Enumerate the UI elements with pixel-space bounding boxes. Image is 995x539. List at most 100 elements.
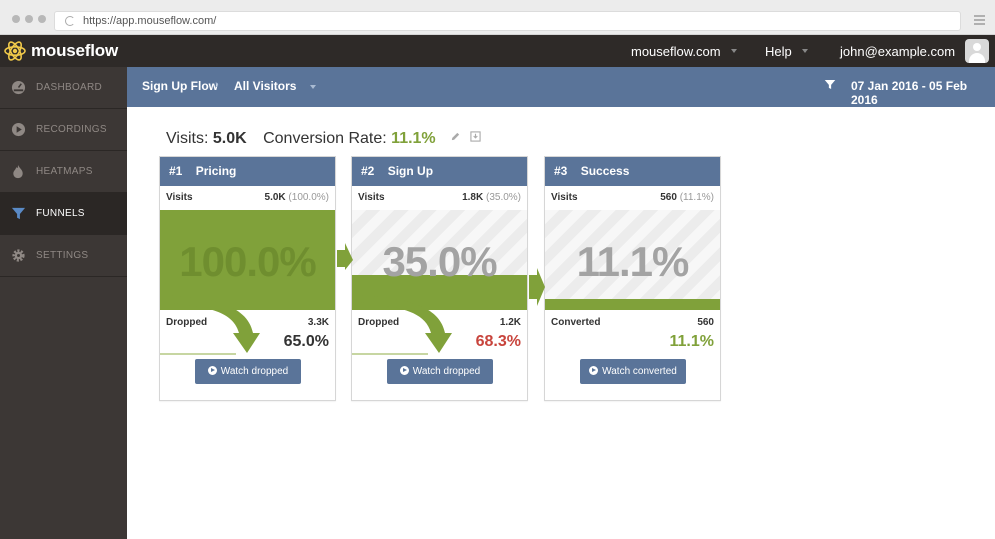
funnel-step-card: #2 Sign Up Visits 1.8K (35.0%) 35.0% Dro… [351,156,528,401]
outcome-count: 560 [697,317,714,328]
funnel-step-card: #1 Pricing Visits 5.0K (100.0%) 100.0% D… [159,156,336,401]
step-visits-row: Visits 5.0K (100.0%) [160,186,335,210]
step-name: Success [580,164,630,178]
play-icon [207,366,217,375]
sidebar-item-heatmaps[interactable]: HEATMAPS [0,151,127,193]
chevron-down-icon [730,49,737,53]
step-outcome-row: Converted 560 [551,317,714,328]
funnel-name[interactable]: Sign Up Flow [142,79,218,93]
filter-icon[interactable] [824,78,836,94]
step-visits-pct: (11.1%) [679,192,714,203]
sidebar-item-settings[interactable]: SETTINGS [0,235,127,277]
visits-label: Visits [551,192,578,203]
help-menu[interactable]: Help [765,35,808,67]
segment-selector[interactable]: All Visitors [234,79,316,93]
button-label: Watch converted [602,366,677,377]
step-name: Sign Up [387,164,434,178]
pencil-icon[interactable] [450,129,465,146]
step-number: #2 [361,164,375,178]
flame-icon [10,164,26,180]
funnel-icon [10,206,26,222]
chevron-down-icon [309,84,316,89]
step-bar: 35.0% [352,210,527,310]
segment-selector-label: All Visitors [234,79,297,93]
step-header: #2 Sign Up [352,157,527,186]
chevron-down-icon [801,49,808,53]
address-bar[interactable]: https://app.mouseflow.com/ [54,11,961,31]
step-outcome-row: Dropped 1.2K [358,317,521,328]
reload-icon[interactable] [65,16,75,26]
site-selector[interactable]: mouseflow.com [631,35,737,67]
mouseflow-logo[interactable]: mouseflow [0,35,127,67]
step-visits-row: Visits 560 (11.1%) [545,186,720,210]
watch-dropped-button[interactable]: Watch dropped [387,359,493,384]
sidebar: DASHBOARD RECORDINGS HEATMAPS FUNNELS SE… [0,67,127,539]
step-visits: 5.0K [264,192,286,203]
visits-label: Visits: [166,130,209,147]
chevron-right-icon: › [215,79,219,91]
outcome-percentage: 11.1% [669,333,714,350]
funnel-step-card: #3 Success Visits 560 (11.1%) 11.1% Conv… [544,156,721,401]
outcome-percentage: 65.0% [283,333,329,350]
browser-toolbar: https://app.mouseflow.com/ [0,0,995,35]
button-label: Watch dropped [220,366,289,377]
browser-menu-icon[interactable] [974,15,985,27]
play-icon [589,366,599,375]
url-text: https://app.mouseflow.com/ [83,15,217,27]
maximize-window-dot[interactable] [38,15,46,23]
step-header: #1 Pricing [160,157,335,186]
sidebar-item-label: HEATMAPS [36,166,93,177]
step-bar: 11.1% [545,210,720,310]
step-visits: 1.8K [462,192,484,203]
step-header: #3 Success [545,157,720,186]
button-label: Watch dropped [412,366,481,377]
sidebar-item-recordings[interactable]: RECORDINGS [0,109,127,151]
step-visits: 560 [660,192,677,203]
close-window-dot[interactable] [12,15,20,23]
mouseflow-logo-icon [4,41,26,61]
step-bar-fill [545,299,720,310]
step-visits-pct: (35.0%) [485,192,521,203]
date-range[interactable]: 07 Jan 2016 - 05 Feb 2016 [851,79,995,107]
window-controls[interactable] [12,15,46,23]
visits-label: Visits [358,192,385,203]
step-number: #1 [169,164,183,178]
user-menu[interactable]: john@example.com [840,35,972,67]
sidebar-item-label: RECORDINGS [36,124,107,135]
step-percentage: 100.0% [179,238,316,285]
outcome-label: Dropped [166,317,208,328]
export-icon[interactable] [469,129,481,146]
minimize-window-dot[interactable] [25,15,33,23]
step-bar: 100.0% [160,210,335,310]
sidebar-item-label: DASHBOARD [36,82,103,93]
outcome-label: Converted [551,317,601,328]
visits-label: Visits [166,192,193,203]
sidebar-item-dashboard[interactable]: DASHBOARD [0,67,127,109]
step-visits-row: Visits 1.8K (35.0%) [352,186,527,210]
step-visits-pct: (100.0%) [288,192,329,203]
flow-arrow-2-3 [529,268,545,306]
play-circle-icon [10,122,26,138]
gear-icon [10,248,26,264]
conversion-value: 11.1% [391,130,436,147]
visits-value: 5.0K [212,130,247,147]
conversion-label: Conversion Rate: [263,130,387,147]
user-menu-label: john@example.com [840,43,956,59]
step-outcome-row: Dropped 3.3K [166,317,329,328]
outcome-count: 1.2K [499,317,521,328]
funnel-subheader: Sign Up Flow › All Visitors 07 Jan 2016 … [127,67,995,107]
funnel-summary: Visits: 5.0K Conversion Rate: 11.1% [166,129,481,148]
watch-converted-button[interactable]: Watch converted [580,359,686,384]
watch-dropped-button[interactable]: Watch dropped [195,359,301,384]
avatar[interactable] [965,39,989,63]
outcome-label: Dropped [358,317,400,328]
step-percentage: 11.1% [576,238,690,285]
sidebar-item-funnels[interactable]: FUNNELS [0,193,127,235]
site-selector-label: mouseflow.com [631,43,721,59]
logo-text: mouseflow [31,41,118,60]
step-name: Pricing [195,164,237,178]
play-icon [399,366,409,375]
help-menu-label: Help [765,43,792,59]
step-number: #3 [554,164,568,178]
sidebar-item-label: SETTINGS [36,250,89,261]
